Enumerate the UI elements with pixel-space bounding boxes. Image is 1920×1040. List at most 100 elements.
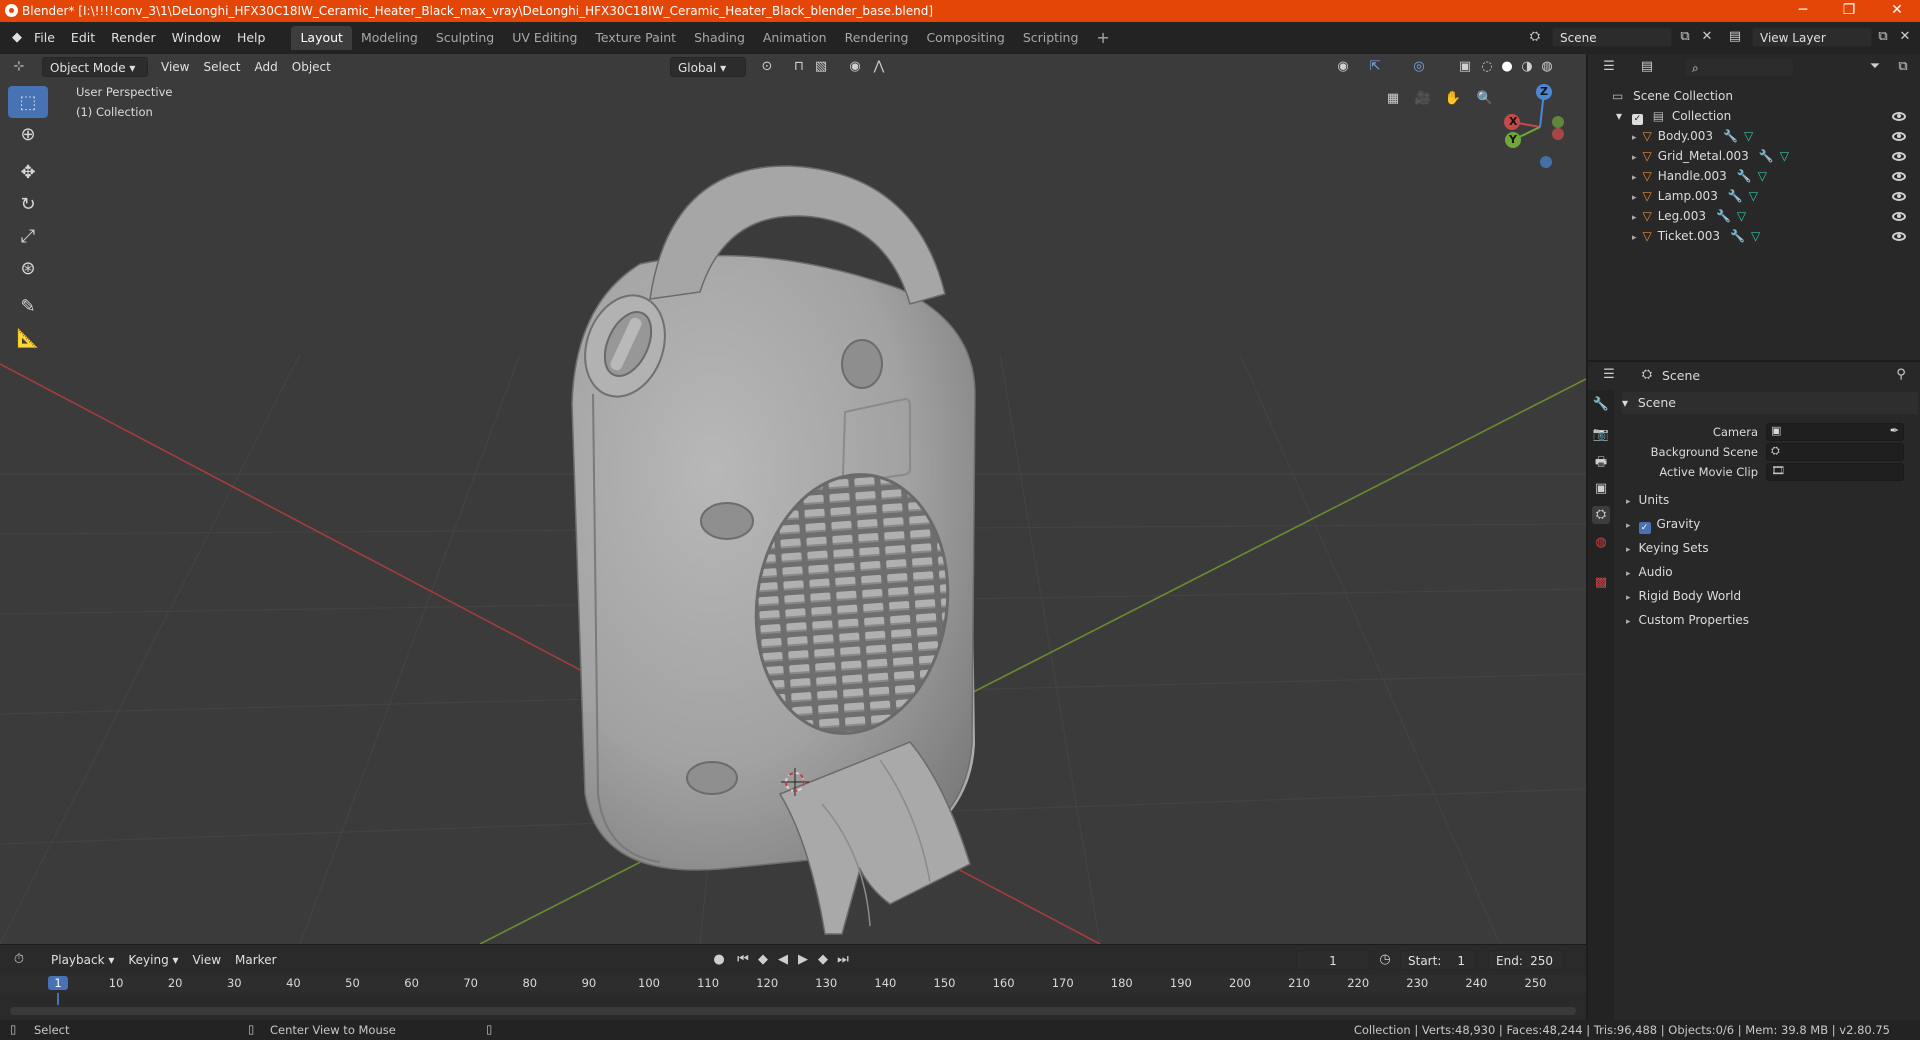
mesh-data-icon[interactable]: ▽ bbox=[1751, 229, 1760, 243]
display-mode-icon[interactable]: ▤ bbox=[1638, 58, 1656, 76]
new-collection-icon[interactable]: ⧉ bbox=[1894, 58, 1912, 76]
current-frame-field[interactable]: 1 bbox=[1296, 950, 1370, 970]
outliner-object-row[interactable]: ▸ ▽ Leg.003 🔧 ▽ bbox=[1632, 206, 1902, 226]
snap-icon[interactable]: ⊓ bbox=[790, 58, 808, 76]
tab-texture-paint[interactable]: Texture Paint bbox=[586, 26, 685, 50]
pan-view-icon[interactable]: ✋ bbox=[1444, 90, 1462, 108]
outliner-object-row[interactable]: ▸ ▽ Handle.003 🔧 ▽ bbox=[1632, 166, 1902, 186]
outliner-object-row[interactable]: ▸ ▽ Body.003 🔧 ▽ bbox=[1632, 126, 1902, 146]
output-tab-icon[interactable]: 🖶 bbox=[1592, 454, 1610, 472]
gravity-checkbox[interactable]: ✓ bbox=[1638, 522, 1651, 534]
expand-arrow-icon[interactable]: ▸ bbox=[1632, 233, 1637, 243]
view-layer-tab-icon[interactable]: ▣ bbox=[1592, 480, 1610, 498]
snap-target-icon[interactable]: ▧ bbox=[812, 58, 830, 76]
collection-visibility-icon[interactable] bbox=[1892, 112, 1906, 121]
timeline-menu-keying[interactable]: Keying ▾ bbox=[121, 950, 185, 970]
maximize-button[interactable]: ❐ bbox=[1826, 0, 1872, 22]
outliner-search-input[interactable]: ⌕ bbox=[1684, 57, 1794, 77]
expand-arrow-icon[interactable]: ▸ bbox=[1632, 173, 1637, 183]
active-movie-clip-field[interactable]: 🎞 bbox=[1766, 463, 1904, 481]
tab-sculpting[interactable]: Sculpting bbox=[427, 26, 503, 50]
expand-arrow-icon[interactable]: ▸ bbox=[1632, 213, 1637, 223]
object-visibility-icon[interactable] bbox=[1892, 192, 1906, 201]
jump-end-icon[interactable]: ⏭ bbox=[834, 951, 852, 969]
overlay-toggle-icon[interactable]: ◎ bbox=[1410, 58, 1428, 76]
mode-selector[interactable]: Object Mode ▾ bbox=[42, 57, 148, 77]
falloff-icon[interactable]: ⋀ bbox=[870, 58, 888, 76]
material-shading-icon[interactable]: ◑ bbox=[1518, 58, 1536, 76]
remove-view-layer-icon[interactable]: ✕ bbox=[1896, 28, 1914, 46]
annotate-tool[interactable]: ✎ bbox=[8, 290, 48, 322]
collection-checkbox[interactable]: ✓ bbox=[1631, 114, 1643, 125]
preview-range-icon[interactable]: ◷ bbox=[1376, 951, 1394, 969]
visibility-icon[interactable]: ◉ bbox=[1334, 58, 1352, 76]
play-reverse-icon[interactable]: ◀ bbox=[774, 951, 792, 969]
prev-keyframe-icon[interactable]: ◆ bbox=[754, 951, 772, 969]
modifier-wrench-icon[interactable]: 🔧 bbox=[1723, 129, 1738, 143]
blender-menu-icon[interactable]: ◆ bbox=[8, 29, 26, 47]
tab-compositing[interactable]: Compositing bbox=[917, 26, 1013, 50]
outliner-object-row[interactable]: ▸ ▽ Grid_Metal.003 🔧 ▽ bbox=[1632, 146, 1902, 166]
zoom-view-icon[interactable]: 🔍 bbox=[1476, 90, 1494, 108]
background-scene-field[interactable]: ⛭ bbox=[1766, 443, 1904, 461]
next-keyframe-icon[interactable]: ◆ bbox=[814, 951, 832, 969]
properties-section-header[interactable]: ▸ Rigid Body World bbox=[1626, 586, 1916, 606]
modifier-wrench-icon[interactable]: 🔧 bbox=[1759, 149, 1774, 163]
modifier-wrench-icon[interactable]: 🔧 bbox=[1728, 189, 1743, 203]
gizmo-toggle-icon[interactable]: ⇱ bbox=[1366, 58, 1384, 76]
timeline-scrollbar[interactable] bbox=[10, 1007, 1576, 1015]
scene-selector[interactable]: Scene bbox=[1552, 27, 1672, 47]
editor-type-icon[interactable]: ⊹ bbox=[10, 58, 28, 76]
grid-view-icon[interactable]: ▦ bbox=[1384, 90, 1402, 108]
move-tool[interactable]: ✥ bbox=[8, 156, 48, 188]
mesh-data-icon[interactable]: ▽ bbox=[1780, 149, 1789, 163]
viewport-menu-select[interactable]: Select bbox=[196, 57, 247, 77]
timeline-editor-type-icon[interactable]: ⏱ bbox=[10, 951, 28, 969]
mesh-data-icon[interactable]: ▽ bbox=[1749, 189, 1758, 203]
pin-icon[interactable]: ⚲ bbox=[1892, 366, 1910, 384]
new-view-layer-icon[interactable]: ⧉ bbox=[1874, 28, 1892, 46]
properties-section-header[interactable]: ▸ Custom Properties bbox=[1626, 610, 1916, 630]
properties-section-header[interactable]: ▸ Keying Sets bbox=[1626, 538, 1916, 558]
frame-ruler[interactable]: 1 10 20 30 40 50 60 70 80 90 100 110 120 130 140 150 160… bbox=[0, 975, 1586, 1005]
scene-collection-row[interactable]: ▭ Scene Collection bbox=[1612, 86, 1733, 106]
expand-arrow-icon[interactable]: ▸ bbox=[1632, 133, 1637, 143]
modifier-wrench-icon[interactable]: 🔧 bbox=[1730, 229, 1745, 243]
tab-layout[interactable]: Layout bbox=[291, 26, 352, 50]
cursor-tool[interactable]: ⊕ bbox=[8, 118, 48, 150]
scene-tab-icon[interactable]: ⛭ bbox=[1592, 506, 1610, 524]
jump-start-icon[interactable]: ⏮ bbox=[734, 951, 752, 969]
view-layer-icon[interactable]: ▤ bbox=[1726, 28, 1744, 46]
add-workspace-button[interactable]: + bbox=[1087, 26, 1118, 50]
menu-edit[interactable]: Edit bbox=[63, 26, 103, 50]
outliner-object-row[interactable]: ▸ ▽ Lamp.003 🔧 ▽ bbox=[1632, 186, 1902, 206]
record-icon[interactable]: ● bbox=[710, 951, 728, 969]
tab-uv-editing[interactable]: UV Editing bbox=[503, 26, 586, 50]
viewport-menu-object[interactable]: Object bbox=[285, 57, 338, 77]
close-button[interactable]: ✕ bbox=[1874, 0, 1920, 22]
wireframe-shading-icon[interactable]: ◌ bbox=[1478, 58, 1496, 76]
mesh-data-icon[interactable]: ▽ bbox=[1758, 169, 1767, 183]
new-scene-icon[interactable]: ⧉ bbox=[1676, 28, 1694, 46]
collection-row[interactable]: ▾ ✓ ▤ Collection bbox=[1616, 106, 1916, 126]
menu-file[interactable]: File bbox=[26, 26, 63, 50]
tool-tab-icon[interactable]: 🔧 bbox=[1592, 396, 1610, 414]
texture-tab-icon[interactable]: ▩ bbox=[1592, 574, 1610, 592]
properties-editor-type-icon[interactable]: ☰ bbox=[1600, 366, 1618, 384]
tab-modeling[interactable]: Modeling bbox=[352, 26, 427, 50]
tab-scripting[interactable]: Scripting bbox=[1014, 26, 1088, 50]
object-visibility-icon[interactable] bbox=[1892, 172, 1906, 181]
scene-icon[interactable]: ⛭ bbox=[1526, 28, 1544, 46]
collapse-arrow-icon[interactable]: ▾ bbox=[1616, 109, 1622, 123]
pivot-icon[interactable]: ⊙ bbox=[758, 58, 776, 76]
measure-tool[interactable]: 📐 bbox=[8, 322, 48, 354]
xray-icon[interactable]: ▣ bbox=[1456, 58, 1474, 76]
scale-tool[interactable]: ⤢ bbox=[8, 220, 48, 252]
tab-animation[interactable]: Animation bbox=[754, 26, 836, 50]
remove-scene-icon[interactable]: ✕ bbox=[1698, 28, 1716, 46]
menu-help[interactable]: Help bbox=[229, 26, 274, 50]
modifier-wrench-icon[interactable]: 🔧 bbox=[1716, 209, 1731, 223]
eyedropper-icon[interactable]: ✒ bbox=[1890, 424, 1899, 437]
timeline-menu-view[interactable]: View bbox=[186, 950, 228, 970]
select-box-tool[interactable]: ⬚ bbox=[8, 86, 48, 118]
